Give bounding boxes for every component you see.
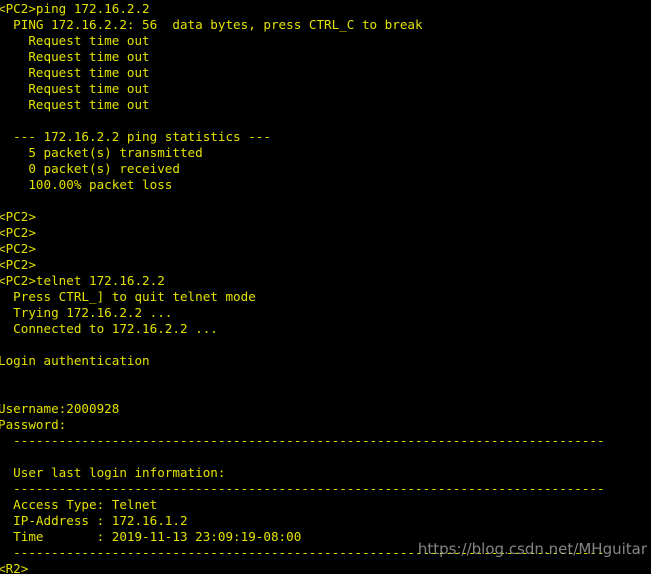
- console-line: Username:2000928: [0, 401, 120, 416]
- console-line: Request time out: [0, 97, 150, 112]
- console-line: Trying 172.16.2.2 ...: [0, 305, 173, 320]
- console-line: Request time out: [0, 49, 150, 64]
- console-line: <PC2>: [0, 209, 36, 224]
- console-line: Time : 2019-11-13 23:09:19-08:00: [0, 529, 302, 544]
- console-line: Password:: [0, 417, 67, 432]
- console-line: <R2>: [0, 561, 29, 574]
- console-line: User last login information:: [0, 465, 226, 480]
- console-line: IP-Address : 172.16.1.2: [0, 513, 188, 528]
- console-line: ----------------------------------------…: [0, 481, 605, 496]
- console-line: Request time out: [0, 33, 150, 48]
- console-line: <PC2>: [0, 257, 36, 272]
- console-line: Login authentication: [0, 353, 150, 368]
- console-line: <PC2>telnet 172.16.2.2: [0, 273, 165, 288]
- console-line: ----------------------------------------…: [0, 433, 605, 448]
- console-line: ----------------------------------------…: [0, 545, 605, 560]
- console-line: --- 172.16.2.2 ping statistics ---: [0, 129, 271, 144]
- console-line: <PC2>: [0, 225, 36, 240]
- terminal-window[interactable]: <PC2>ping 172.16.2.2 PING 172.16.2.2: 56…: [0, 0, 651, 574]
- console-line: Access Type: Telnet: [0, 497, 158, 512]
- console-line: Request time out: [0, 81, 150, 96]
- console-line: 0 packet(s) received: [0, 161, 180, 176]
- console-line: <PC2>: [0, 241, 36, 256]
- console-output[interactable]: <PC2>ping 172.16.2.2 PING 172.16.2.2: 56…: [0, 1, 651, 574]
- console-line: <PC2>ping 172.16.2.2: [0, 1, 150, 16]
- console-line: Request time out: [0, 65, 150, 80]
- console-line: 5 packet(s) transmitted: [0, 145, 203, 160]
- console-line: 100.00% packet loss: [0, 177, 173, 192]
- console-line: Press CTRL_] to quit telnet mode: [0, 289, 256, 304]
- console-line: Connected to 172.16.2.2 ...: [0, 321, 218, 336]
- console-line: PING 172.16.2.2: 56 data bytes, press CT…: [0, 17, 423, 32]
